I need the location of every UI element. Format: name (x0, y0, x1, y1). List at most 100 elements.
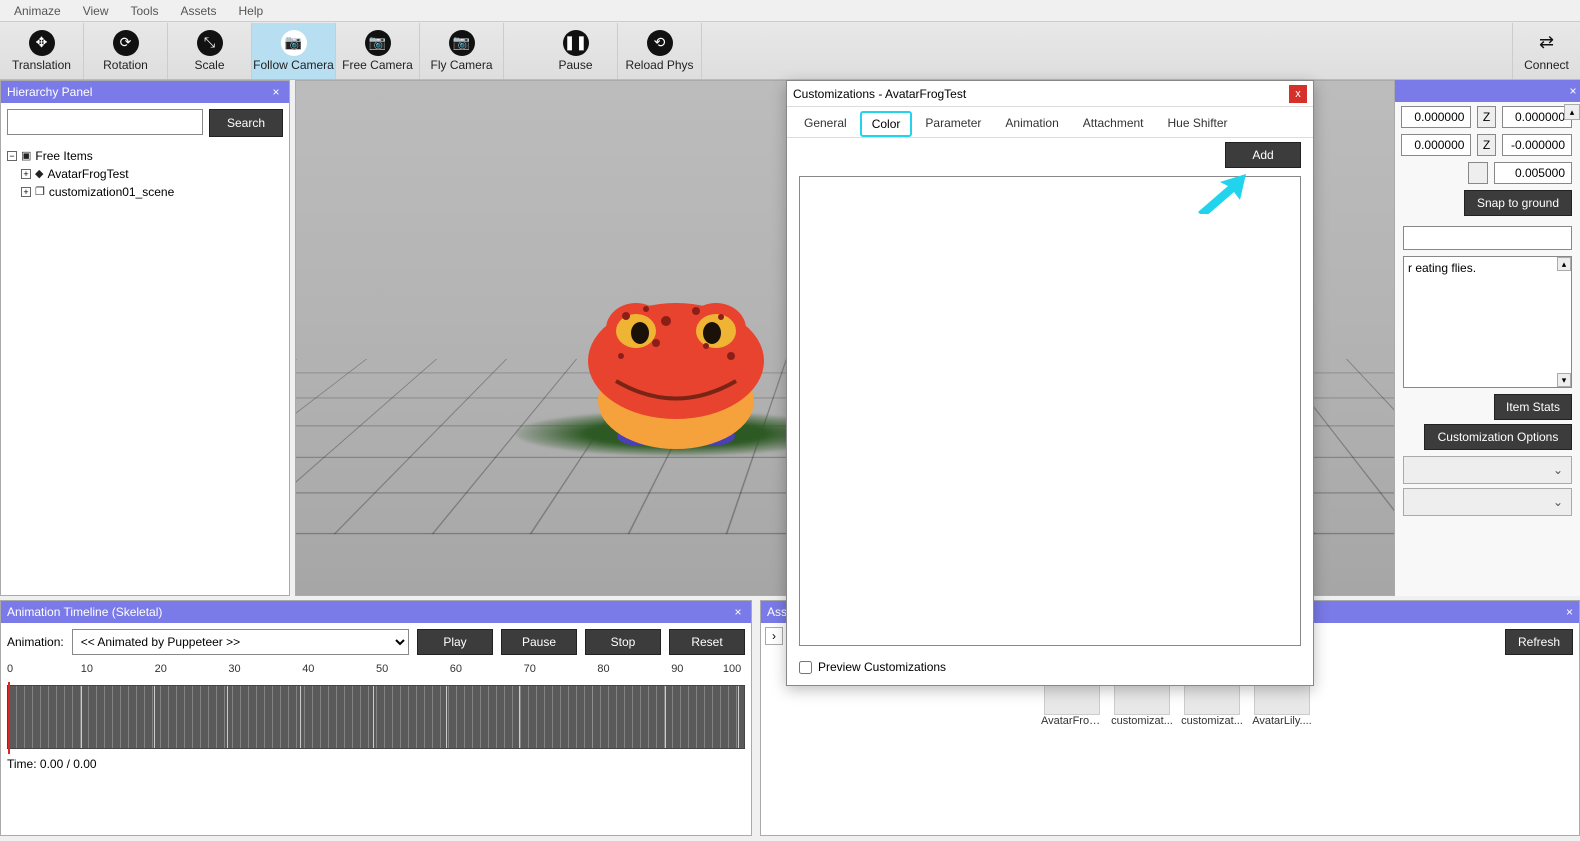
pause-label: Pause (558, 58, 592, 72)
menu-help[interactable]: Help (229, 2, 274, 20)
blank-axis-button[interactable] (1468, 162, 1488, 184)
fly-camera-button[interactable]: 📷 Fly Camera (420, 23, 504, 79)
menu-animaze[interactable]: Animaze (4, 2, 71, 20)
tab-color[interactable]: Color (860, 111, 913, 137)
search-button[interactable]: Search (209, 109, 283, 137)
animation-panel-title: Animation Timeline (Skeletal) × (1, 601, 751, 623)
value-field[interactable]: -0.000000 (1502, 134, 1572, 156)
tab-attachment[interactable]: Attachment (1072, 111, 1155, 137)
collapsible-section[interactable]: ⌄ (1403, 488, 1572, 516)
preview-label: Preview Customizations (818, 660, 946, 674)
chevron-right-icon[interactable]: › (765, 627, 783, 645)
tab-animation[interactable]: Animation (994, 111, 1069, 137)
customization-tabs: General Color Parameter Animation Attach… (787, 107, 1313, 138)
hierarchy-search-input[interactable] (7, 109, 203, 135)
timeline-track[interactable] (7, 685, 745, 749)
z-axis-button[interactable]: Z (1477, 134, 1495, 156)
close-icon[interactable]: × (731, 605, 745, 619)
collapse-icon[interactable]: − (7, 151, 17, 161)
tree-label: Free Items (35, 147, 92, 165)
camera-icon: 📷 (449, 30, 475, 56)
connect-button[interactable]: ⇄ Connect (1512, 23, 1580, 79)
snap-to-ground-button[interactable]: Snap to ground (1464, 190, 1572, 216)
tab-general[interactable]: General (793, 111, 858, 137)
item-stats-button[interactable]: Item Stats (1494, 394, 1572, 420)
hierarchy-title-label: Hierarchy Panel (7, 85, 92, 99)
value-field[interactable]: 0.000000 (1401, 106, 1471, 128)
reset-button[interactable]: Reset (669, 629, 745, 655)
stop-button[interactable]: Stop (585, 629, 661, 655)
chevron-down-icon: ⌄ (1553, 463, 1563, 477)
dialog-title: Customizations - AvatarFrogTest (793, 87, 966, 101)
scroll-up-icon[interactable]: ▴ (1557, 257, 1571, 271)
rotation-label: Rotation (103, 58, 148, 72)
customization-options-button[interactable]: Customization Options (1424, 424, 1572, 450)
tick-label: 30 (228, 663, 240, 675)
tick-label: 40 (302, 663, 314, 675)
fly-camera-label: Fly Camera (430, 58, 492, 72)
translation-label: Translation (12, 58, 71, 72)
tree-row-scene[interactable]: + ❐ customization01_scene (7, 183, 283, 201)
close-icon[interactable]: × (1566, 605, 1573, 619)
preview-customizations-checkbox[interactable]: Preview Customizations (787, 654, 1313, 680)
tick-label: 20 (155, 663, 167, 675)
rotation-icon: ⟳ (113, 30, 139, 56)
chevron-down-icon: ⌄ (1553, 495, 1563, 509)
close-button[interactable]: x (1289, 85, 1307, 103)
tick-label: 80 (597, 663, 609, 675)
name-input[interactable] (1403, 226, 1572, 250)
z-axis-button[interactable]: Z (1477, 106, 1495, 128)
rotation-button[interactable]: ⟳ Rotation (84, 23, 168, 79)
scroll-up-icon[interactable]: ▴ (1564, 104, 1580, 120)
pause-button[interactable]: Pause (501, 629, 577, 655)
tab-hue-shifter[interactable]: Hue Shifter (1157, 111, 1239, 137)
thumb-label: customizat... (1181, 715, 1243, 727)
pause-icon: ❚❚ (563, 30, 589, 56)
expand-icon[interactable]: + (21, 187, 31, 197)
reload-phys-button[interactable]: ⟲ Reload Phys (618, 23, 702, 79)
timeline-ruler-labels: 0 10 20 30 40 50 60 70 80 90 100 (7, 663, 745, 685)
tree-label: AvatarFrogTest (47, 165, 128, 183)
collapsible-section[interactable]: ⌄ (1403, 456, 1572, 484)
scale-icon: ⤡ (197, 30, 223, 56)
tab-parameter[interactable]: Parameter (914, 111, 992, 137)
free-camera-button[interactable]: 📷 Free Camera (336, 23, 420, 79)
menu-view[interactable]: View (73, 2, 119, 20)
value-field[interactable]: 0.000000 (1502, 106, 1572, 128)
customizations-dialog: Customizations - AvatarFrogTest x Genera… (786, 80, 1314, 686)
close-icon[interactable]: × (269, 85, 283, 99)
scale-button[interactable]: ⤡ Scale (168, 23, 252, 79)
value-field[interactable]: 0.000000 (1401, 134, 1471, 156)
main-toolbar: ✥ Translation ⟳ Rotation ⤡ Scale 📷 Follo… (0, 22, 1580, 80)
menu-tools[interactable]: Tools (120, 2, 168, 20)
hierarchy-panel-title: Hierarchy Panel × (1, 81, 289, 103)
thumb-label: AvatarLily.... (1251, 715, 1313, 727)
follow-camera-button[interactable]: 📷 Follow Camera (252, 23, 336, 79)
camera-icon: 📷 (281, 30, 307, 56)
value-field[interactable]: 0.005000 (1494, 162, 1572, 184)
add-button[interactable]: Add (1225, 142, 1301, 168)
animation-title-label: Animation Timeline (Skeletal) (7, 605, 162, 619)
scroll-down-icon[interactable]: ▾ (1557, 373, 1571, 387)
scene-icon: ❐ (35, 183, 45, 201)
preview-checkbox-input[interactable] (799, 661, 812, 674)
animation-timeline-panel: Animation Timeline (Skeletal) × Animatio… (0, 600, 752, 836)
reload-phys-label: Reload Phys (625, 58, 693, 72)
pause-button[interactable]: ❚❚ Pause (534, 23, 618, 79)
properties-panel-header: × (1395, 80, 1580, 102)
menu-assets[interactable]: Assets (171, 2, 227, 20)
translation-button[interactable]: ✥ Translation (0, 23, 84, 79)
animation-select[interactable]: << Animated by Puppeteer >> (72, 629, 409, 655)
close-icon[interactable]: × (1566, 80, 1580, 102)
avatar-icon: ◆ (35, 165, 43, 183)
play-button[interactable]: Play (417, 629, 493, 655)
expand-icon[interactable]: + (21, 169, 31, 179)
customization-list[interactable] (799, 176, 1301, 646)
description-text: r eating flies. (1408, 261, 1476, 275)
refresh-button[interactable]: Refresh (1505, 629, 1573, 655)
follow-camera-label: Follow Camera (253, 58, 334, 72)
tree-row-avatar[interactable]: + ◆ AvatarFrogTest (7, 165, 283, 183)
tree-row-root[interactable]: − ▣ Free Items (7, 147, 283, 165)
description-textarea[interactable]: r eating flies. ▴ ▾ (1403, 256, 1572, 388)
playhead[interactable] (8, 682, 10, 754)
